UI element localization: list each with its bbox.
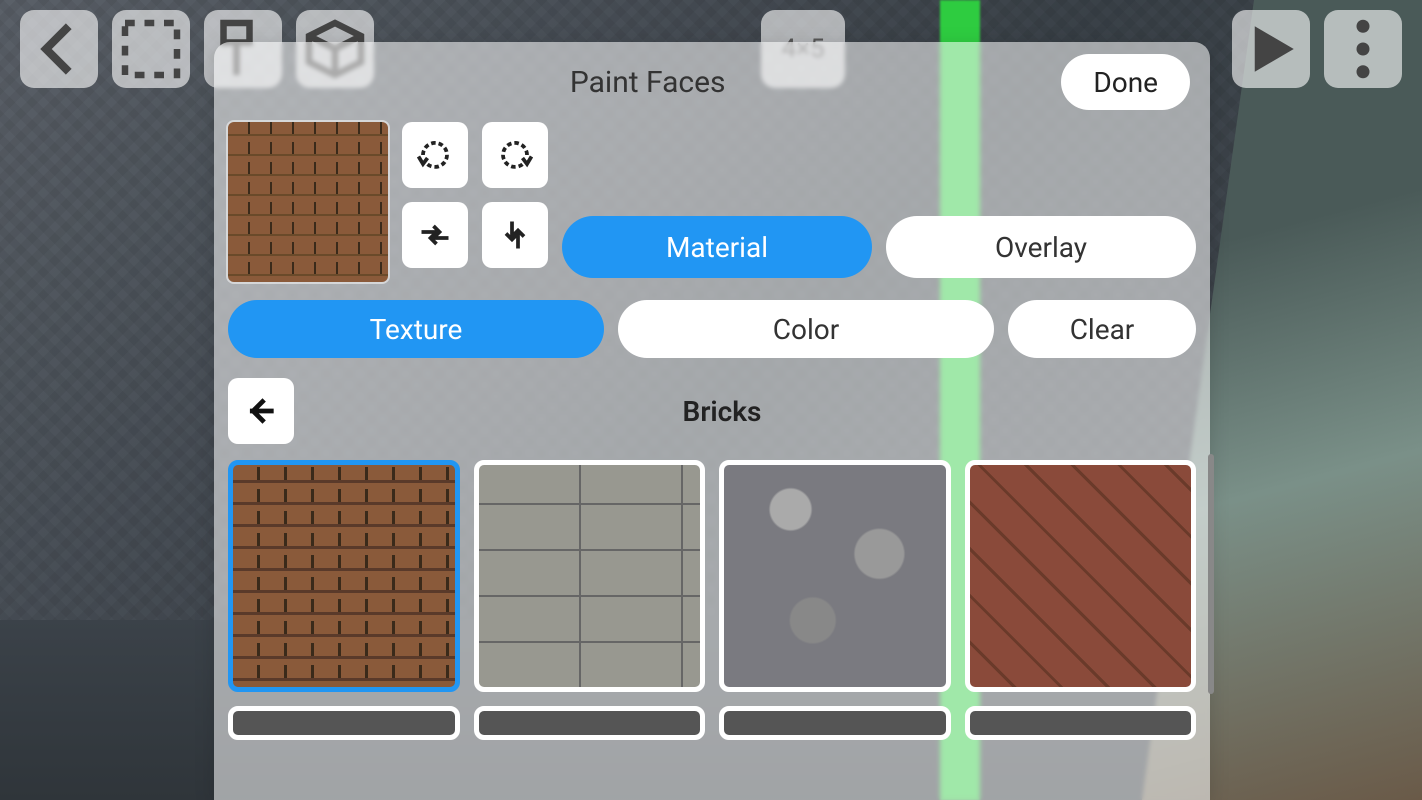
texture-preview <box>228 122 388 282</box>
texture-swatch[interactable] <box>719 706 951 740</box>
tab-material[interactable]: Material <box>562 216 872 278</box>
texture-swatch[interactable] <box>474 706 706 740</box>
rotate-ccw-button[interactable] <box>402 122 468 188</box>
flip-vertical-button[interactable] <box>482 202 548 268</box>
category-title: Bricks <box>314 395 1130 428</box>
category-back-button[interactable] <box>228 378 294 444</box>
play-button[interactable] <box>1232 10 1310 88</box>
texture-swatch-brick-red[interactable] <box>228 460 460 692</box>
texture-swatch-brick-dark[interactable] <box>965 460 1197 692</box>
clear-button[interactable]: Clear <box>1008 300 1196 358</box>
paint-faces-dialog: Paint Faces Done Material Overlay Textur… <box>214 42 1210 800</box>
tab-color[interactable]: Color <box>618 300 994 358</box>
tab-texture[interactable]: Texture <box>228 300 604 358</box>
done-button[interactable]: Done <box>1061 54 1190 110</box>
texture-grid <box>214 454 1210 692</box>
rotate-cw-button[interactable] <box>482 122 548 188</box>
toolbar-back-button[interactable] <box>20 10 98 88</box>
toolbar-select-button[interactable] <box>112 10 190 88</box>
texture-swatch-block-gray[interactable] <box>474 460 706 692</box>
more-menu-button[interactable] <box>1324 10 1402 88</box>
dialog-title: Paint Faces <box>234 65 1061 100</box>
texture-swatch[interactable] <box>228 706 460 740</box>
flip-horizontal-button[interactable] <box>402 202 468 268</box>
scrollbar[interactable] <box>1208 454 1214 694</box>
texture-swatch-stone[interactable] <box>719 460 951 692</box>
texture-swatch[interactable] <box>965 706 1197 740</box>
tab-overlay[interactable]: Overlay <box>886 216 1196 278</box>
